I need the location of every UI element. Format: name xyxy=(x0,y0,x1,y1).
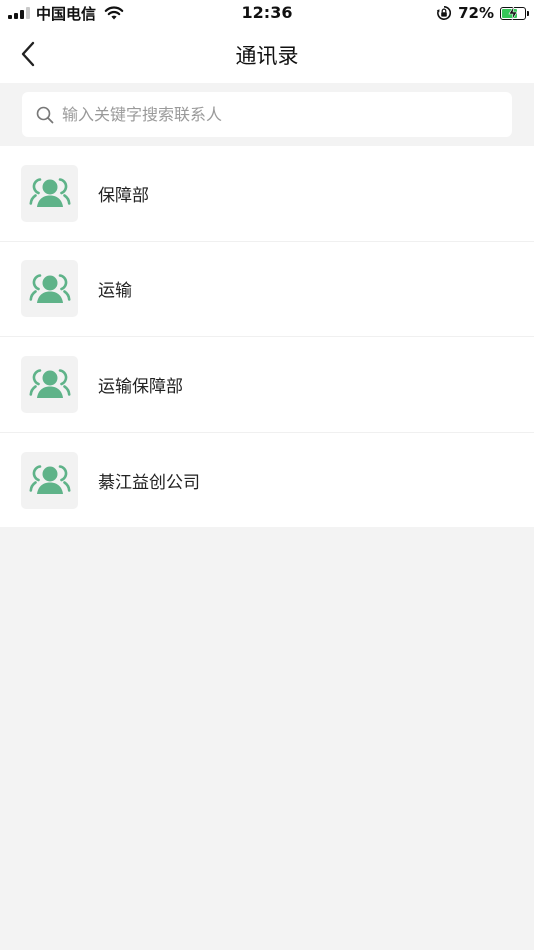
status-right: 72% xyxy=(436,4,529,22)
avatar xyxy=(21,164,78,222)
status-bar: 中国电信 12:36 72% xyxy=(0,0,534,26)
search-icon xyxy=(36,106,54,123)
rotation-lock-icon xyxy=(436,5,452,20)
contact-name: 运输保障部 xyxy=(98,376,183,397)
avatar xyxy=(21,355,78,413)
contact-item-yunshu[interactable]: 运输 xyxy=(0,242,534,337)
contact-list: 保障部 运输 运输保障部 綦江益创公司 xyxy=(0,146,534,527)
contact-item-yunshu-baozhangbu[interactable]: 运输保障部 xyxy=(0,337,534,433)
contact-name: 綦江益创公司 xyxy=(98,472,200,493)
contact-name: 保障部 xyxy=(98,185,149,206)
group-icon xyxy=(29,369,70,399)
battery-percent: 72% xyxy=(458,4,494,22)
group-icon xyxy=(29,178,70,208)
battery-icon xyxy=(500,5,529,20)
group-icon xyxy=(29,273,70,303)
search-box[interactable] xyxy=(22,92,512,137)
contact-item-qijiang-yichuang[interactable]: 綦江益创公司 xyxy=(0,433,534,529)
contact-name: 运输 xyxy=(98,281,132,302)
page-title: 通讯录 xyxy=(235,44,299,68)
avatar xyxy=(21,260,78,318)
contact-item-baozhangbu[interactable]: 保障部 xyxy=(0,146,534,242)
search-input[interactable] xyxy=(62,105,492,124)
search-section xyxy=(0,83,534,146)
group-icon xyxy=(29,465,70,495)
avatar xyxy=(21,451,78,509)
nav-bar: 通讯录 xyxy=(0,26,534,83)
